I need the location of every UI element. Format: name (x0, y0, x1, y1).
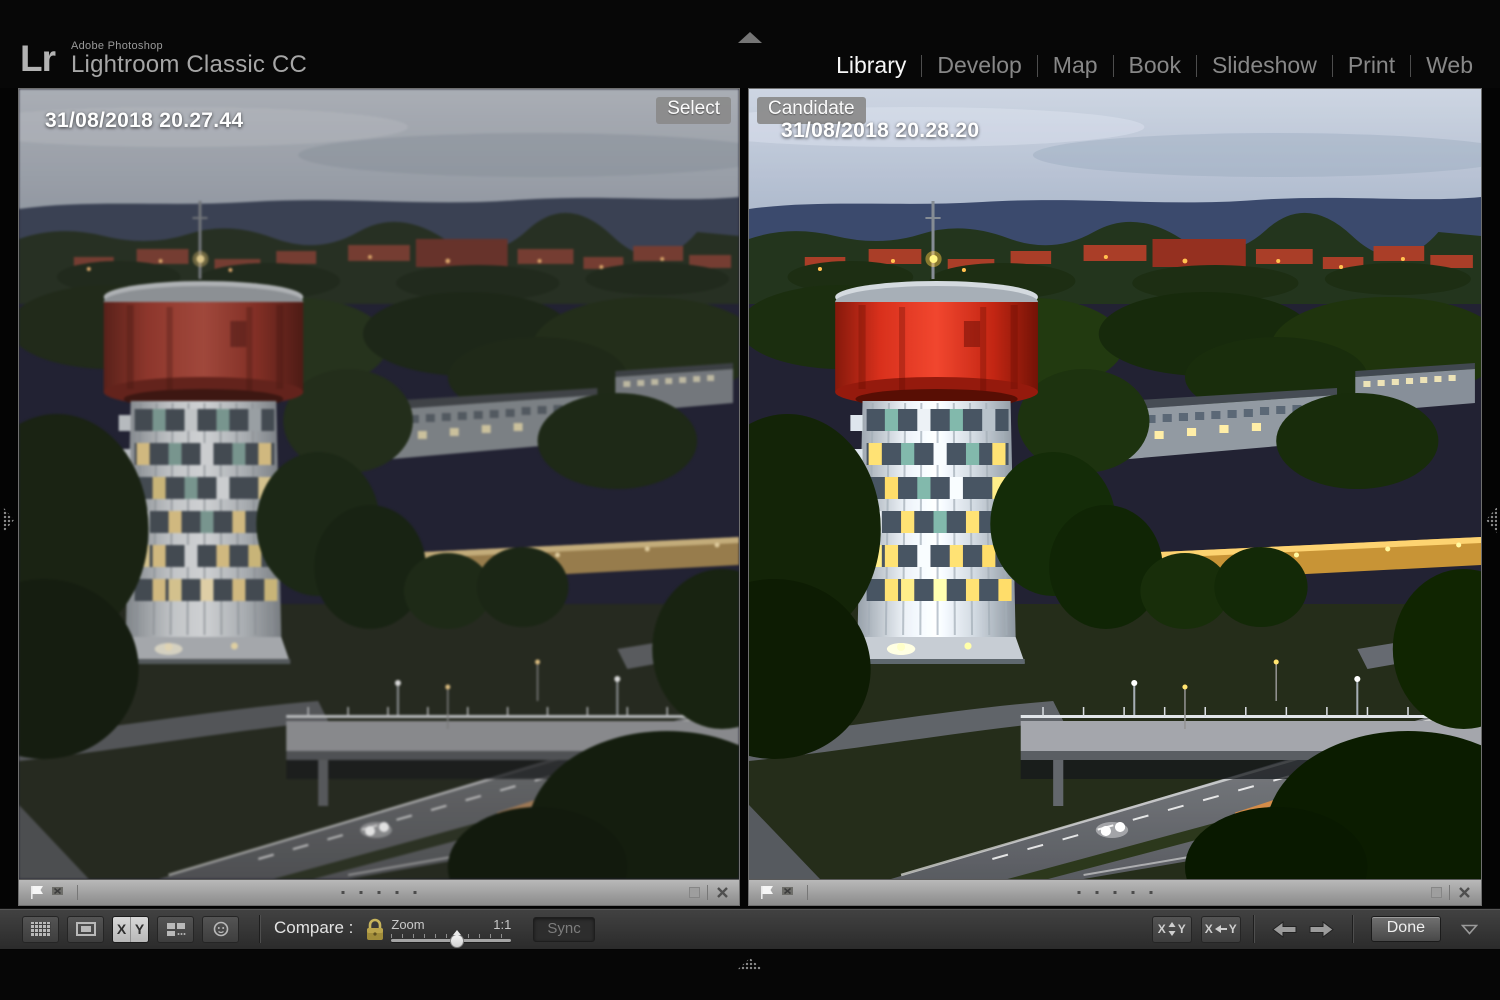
toolbar-options-icon[interactable] (1461, 924, 1478, 935)
promote-x-label: X (1205, 922, 1213, 936)
survey-view-button[interactable] (157, 916, 194, 943)
rating-dot[interactable] (360, 891, 363, 894)
promote-y-label: Y (1229, 922, 1237, 936)
deselect-icon[interactable] (1457, 885, 1472, 900)
rating-dot[interactable] (342, 891, 345, 894)
make-select-button[interactable]: X Y (1201, 916, 1241, 943)
rating-dot[interactable] (1132, 891, 1135, 894)
candidate-timestamp: 31/08/2018 20.28.20 (781, 119, 979, 143)
candidate-footer-right (1431, 885, 1472, 900)
loupe-view-icon (76, 922, 96, 936)
swap-updown-icon (1168, 922, 1176, 936)
next-photo-button[interactable] (1309, 921, 1334, 938)
compare-x-label: X (113, 921, 130, 937)
fit-toggle-icon[interactable] (1431, 887, 1442, 898)
swap-y-label: Y (1178, 922, 1186, 936)
survey-view-icon (166, 922, 186, 937)
lightroom-logo: Lr (20, 40, 55, 77)
module-web[interactable]: Web (1411, 52, 1488, 79)
left-arrow-small-icon (1215, 924, 1227, 934)
bottom-toolbar: X Y Compare : (0, 908, 1500, 949)
select-timestamp: 31/08/2018 20.27.44 (45, 109, 243, 133)
app-identity: Lr Adobe Photoshop Lightroom Classic CC (20, 40, 307, 78)
flag-controls (28, 884, 85, 901)
toolbar-divider (1352, 915, 1353, 943)
select-image-pane: 31/08/2018 20.27.44 Select (18, 88, 740, 906)
previous-arrow-icon (1272, 921, 1297, 938)
candidate-pane-toolbar (749, 879, 1481, 905)
rating-dot[interactable] (378, 891, 381, 894)
compare-label: Compare : (274, 918, 353, 938)
done-button[interactable]: Done (1371, 916, 1441, 942)
candidate-photo[interactable]: Candidate 31/08/2018 20.28.20 (749, 89, 1481, 879)
select-photo[interactable]: 31/08/2018 20.27.44 Select (19, 89, 739, 879)
toolbar-right-group: X Y X Y (1143, 915, 1478, 943)
rating-dot[interactable] (1096, 891, 1099, 894)
compare-view-icon: X Y (113, 917, 148, 942)
compare-view-button[interactable]: X Y (112, 916, 149, 943)
zoom-slider: Zoom 1:1 (391, 917, 511, 942)
rating-dot[interactable] (1078, 891, 1081, 894)
select-badge: Select (656, 97, 731, 124)
brand-lightroom-classic: Lightroom Classic CC (71, 52, 307, 78)
select-pane-toolbar (19, 879, 739, 905)
deselect-icon[interactable] (715, 885, 730, 900)
sync-button[interactable]: Sync (533, 917, 594, 942)
grid-view-icon (31, 922, 51, 936)
rating-dot[interactable] (396, 891, 399, 894)
compare-y-label: Y (131, 921, 148, 937)
fit-toggle-icon[interactable] (689, 887, 700, 898)
module-develop[interactable]: Develop (922, 52, 1036, 79)
reject-flag-icon[interactable] (780, 885, 795, 900)
footer-divider (707, 885, 708, 900)
zoom-ratio-label[interactable]: 1:1 (493, 917, 511, 932)
swap-x-label: X (1158, 922, 1166, 936)
right-panel-reveal-icon[interactable] (1486, 507, 1497, 533)
module-print[interactable]: Print (1333, 52, 1410, 79)
module-slideshow[interactable]: Slideshow (1197, 52, 1332, 79)
footer-divider (1449, 885, 1450, 900)
lock-icon[interactable] (365, 917, 385, 942)
top-panel-collapse-icon[interactable] (738, 32, 762, 43)
people-view-icon (212, 921, 230, 937)
swap-select-candidate-button[interactable]: X Y (1152, 916, 1192, 943)
pick-flag-icon[interactable] (758, 884, 775, 901)
rating-dot[interactable] (1150, 891, 1153, 894)
filmstrip-reveal-icon[interactable] (737, 958, 763, 970)
footer-divider (77, 885, 78, 900)
candidate-image-pane: Candidate 31/08/2018 20.28.20 (748, 88, 1482, 906)
rating-dot[interactable] (414, 891, 417, 894)
top-bar: Lr Adobe Photoshop Lightroom Classic CC … (0, 0, 1500, 88)
toolbar-divider (1253, 915, 1254, 943)
flag-controls (758, 884, 815, 901)
module-library[interactable]: Library (821, 52, 921, 79)
reject-flag-icon[interactable] (50, 885, 65, 900)
zoom-label: Zoom (391, 917, 424, 932)
grid-view-button[interactable] (22, 916, 59, 943)
toolbar-divider (259, 915, 260, 943)
pick-flag-icon[interactable] (28, 884, 45, 901)
module-picker: Library Develop Map Book Slideshow Print… (821, 52, 1488, 79)
people-view-button[interactable] (202, 916, 239, 943)
previous-photo-button[interactable] (1272, 921, 1297, 938)
select-footer-right (689, 885, 730, 900)
module-book[interactable]: Book (1114, 52, 1196, 79)
zoom-slider-thumb[interactable] (450, 934, 464, 948)
rating-dots (1078, 891, 1153, 894)
next-arrow-icon (1309, 921, 1334, 938)
footer-divider (807, 885, 808, 900)
rating-dots (342, 891, 417, 894)
rating-dot[interactable] (1114, 891, 1117, 894)
lightroom-window: Lr Adobe Photoshop Lightroom Classic CC … (0, 0, 1500, 1000)
left-panel-reveal-icon[interactable] (3, 507, 14, 533)
bottom-strip (0, 950, 1500, 1000)
brand-text: Adobe Photoshop Lightroom Classic CC (71, 40, 307, 78)
module-map[interactable]: Map (1038, 52, 1113, 79)
loupe-view-button[interactable] (67, 916, 104, 943)
